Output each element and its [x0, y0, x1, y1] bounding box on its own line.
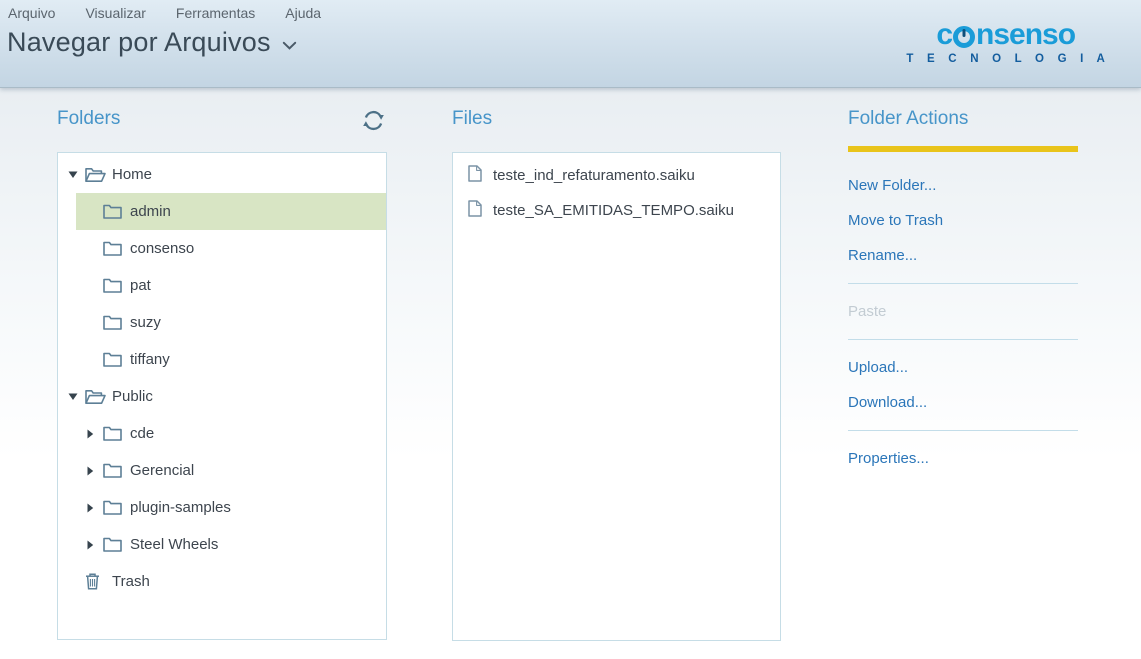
tree-item-label: consenso [130, 240, 194, 257]
browse-files-page: Arquivo Visualizar Ferramentas Ajuda Nav… [0, 0, 1141, 659]
tree-item-tiffany[interactable]: tiffany [58, 341, 386, 378]
download-button[interactable]: Download... [848, 385, 1078, 420]
tree-item-gerencial[interactable]: Gerencial [58, 452, 386, 489]
triangle-right-icon[interactable] [86, 503, 103, 513]
move-to-trash-button[interactable]: Move to Trash [848, 203, 1078, 238]
tree-item-steel-wheels[interactable]: Steel Wheels [58, 526, 386, 563]
triangle-right-icon[interactable] [86, 429, 103, 439]
tree-item-trash[interactable]: Trash [58, 563, 386, 600]
logo-tagline: T E C N O L O G I A [901, 53, 1110, 65]
triangle-right-icon[interactable] [86, 540, 103, 550]
folder-closed-icon [103, 241, 130, 256]
triangle-down-icon[interactable] [68, 392, 85, 401]
chevron-down-icon [282, 41, 297, 51]
file-icon [468, 165, 482, 186]
tree-item-label: plugin-samples [130, 499, 231, 516]
folder-actions-list: New Folder... Move to Trash Rename... Pa… [848, 152, 1078, 476]
paste-button: Paste [848, 294, 1078, 329]
file-name: teste_SA_EMITIDAS_TEMPO.saiku [493, 202, 734, 219]
folder-closed-icon [103, 463, 130, 478]
folder-closed-icon [103, 537, 130, 552]
folders-section-title: Folders [57, 108, 120, 130]
menu-arquivo[interactable]: Arquivo [8, 5, 55, 21]
logo-gauge-o-icon [953, 26, 975, 48]
folders-panel: Home admin consenso pat suzy [57, 152, 387, 640]
files-section-title: Files [452, 108, 492, 130]
tree-item-admin[interactable]: admin [76, 193, 386, 230]
triangle-down-icon[interactable] [68, 170, 85, 179]
tree-item-label: pat [130, 277, 151, 294]
menu-visualizar[interactable]: Visualizar [85, 5, 145, 21]
folder-closed-icon [103, 500, 130, 515]
file-item[interactable]: teste_ind_refaturamento.saiku [453, 158, 780, 193]
files-panel: teste_ind_refaturamento.saiku teste_SA_E… [452, 152, 781, 641]
divider [848, 283, 1078, 284]
folder-open-icon [85, 167, 112, 183]
folder-actions-panel: Folder Actions New Folder... Move to Tra… [848, 108, 1078, 476]
logo-brand-suffix: nsenso [976, 20, 1075, 50]
file-item[interactable]: teste_SA_EMITIDAS_TEMPO.saiku [453, 193, 780, 228]
logo-brand: c nsenso [901, 20, 1110, 50]
folder-open-icon [85, 389, 112, 405]
tree-item-label: tiffany [130, 351, 170, 368]
folder-closed-icon [103, 426, 130, 441]
consenso-logo: c nsenso T E C N O L O G I A [901, 20, 1110, 65]
main-content: Folders Home admin [0, 88, 1141, 659]
file-icon [468, 200, 482, 221]
tree-item-label: cde [130, 425, 154, 442]
divider [848, 339, 1078, 340]
folder-closed-icon [103, 278, 130, 293]
refresh-icon[interactable] [362, 109, 386, 133]
tree-item-label: Trash [112, 573, 150, 590]
tree-item-label: admin [130, 203, 171, 220]
tree-item-pat[interactable]: pat [58, 267, 386, 304]
file-name: teste_ind_refaturamento.saiku [493, 167, 695, 184]
menu-ajuda[interactable]: Ajuda [285, 5, 321, 21]
tree-item-consenso[interactable]: consenso [58, 230, 386, 267]
folder-closed-icon [103, 315, 130, 330]
menu-bar: Arquivo Visualizar Ferramentas Ajuda [8, 5, 351, 21]
divider [848, 430, 1078, 431]
tree-item-plugin-samples[interactable]: plugin-samples [58, 489, 386, 526]
tree-item-label: Public [112, 388, 153, 405]
logo-brand-prefix: c [936, 20, 952, 50]
menu-ferramentas[interactable]: Ferramentas [176, 5, 255, 21]
app-header: Arquivo Visualizar Ferramentas Ajuda Nav… [0, 0, 1141, 88]
tree-item-label: Steel Wheels [130, 536, 218, 553]
folder-closed-icon [103, 352, 130, 367]
trash-icon [85, 573, 112, 590]
upload-button[interactable]: Upload... [848, 350, 1078, 385]
rename-button[interactable]: Rename... [848, 238, 1078, 273]
tree-item-cde[interactable]: cde [58, 415, 386, 452]
tree-item-home[interactable]: Home [58, 156, 386, 193]
folder-actions-title: Folder Actions [848, 108, 1078, 130]
properties-button[interactable]: Properties... [848, 441, 1078, 476]
tree-item-suzy[interactable]: suzy [58, 304, 386, 341]
new-folder-button[interactable]: New Folder... [848, 168, 1078, 203]
folder-closed-icon [103, 204, 130, 219]
tree-item-label: Home [112, 166, 152, 183]
page-title-dropdown[interactable]: Navegar por Arquivos [7, 27, 297, 58]
page-title: Navegar por Arquivos [7, 27, 271, 58]
tree-item-label: suzy [130, 314, 161, 331]
tree-item-public[interactable]: Public [58, 378, 386, 415]
tree-item-label: Gerencial [130, 462, 194, 479]
triangle-right-icon[interactable] [86, 466, 103, 476]
